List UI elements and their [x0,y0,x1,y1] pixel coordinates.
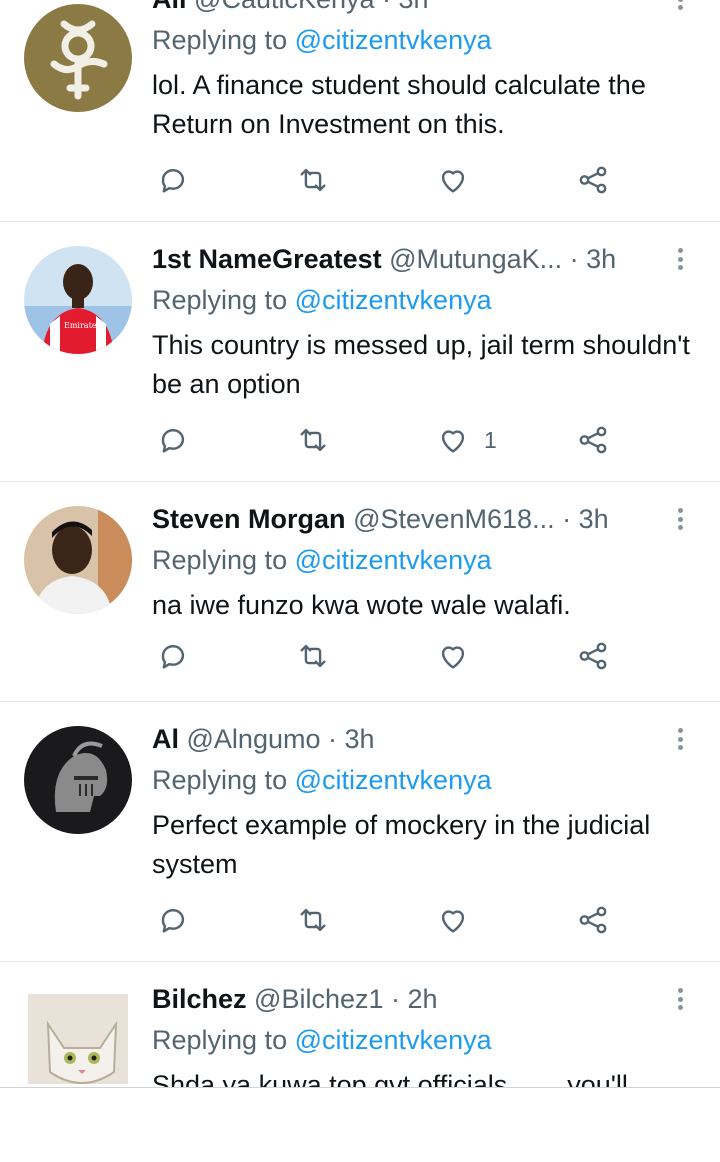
replying-to: Replying to @citizentvkenya [152,542,492,578]
display-name[interactable]: 1st NameGreatest [152,244,382,274]
reply-icon [161,645,185,669]
more-options-icon[interactable] [670,984,690,1014]
tweet-header: All @CauticKenya · 3h [152,0,660,17]
replying-to-link[interactable]: @citizentvkenya [295,1025,492,1055]
tweet-actions: 1 [152,420,632,460]
like-icon [441,170,465,193]
avatar[interactable] [24,726,132,834]
share-button[interactable] [576,160,610,200]
prince-symbol-icon [24,4,132,112]
like-icon [441,646,465,669]
handle-time[interactable]: @CauticKenya · 3h [194,0,429,14]
tweet[interactable]: All @CauticKenya · 3h Replying to @citiz… [0,0,720,222]
tweet[interactable]: Al @Alngumo · 3h Replying to @citizentvk… [0,702,720,962]
display-name[interactable]: All [152,0,187,14]
tweet-header: Al @Alngumo · 3h [152,721,660,757]
like-icon [441,910,465,933]
retweet-icon [300,168,326,192]
share-button[interactable] [576,636,610,676]
replying-to: Replying to @citizentvkenya [152,282,492,318]
more-options-icon[interactable] [670,244,690,274]
like-icon [441,430,465,453]
more-options-icon[interactable] [670,0,690,14]
like-button[interactable]: 1 [436,420,497,460]
reply-button[interactable] [156,420,190,460]
tweet[interactable]: Emirates 1st NameGreatest @MutungaK... ·… [0,222,720,482]
reply-icon [161,909,185,933]
handle-time[interactable]: @Alngumo · 3h [187,724,375,754]
replying-prefix: Replying to [152,25,288,55]
replying-prefix: Replying to [152,765,288,795]
replying-to-link[interactable]: @citizentvkenya [295,285,492,315]
cat-icon [28,994,128,1084]
retweet-icon [300,644,326,668]
replying-to: Replying to @citizentvkenya [152,1022,492,1058]
share-icon [579,426,607,454]
retweet-button[interactable] [296,636,330,676]
retweet-button[interactable] [296,900,330,940]
handle-time[interactable]: @StevenM618... · 3h [353,504,609,534]
replying-to-link[interactable]: @citizentvkenya [295,765,492,795]
tweet-text: This country is messed up, jail term sho… [152,330,690,399]
tweet-header: 1st NameGreatest @MutungaK... · 3h [152,241,660,277]
like-button[interactable] [436,900,484,940]
share-icon [579,906,607,934]
reply-button[interactable] [156,636,190,676]
display-name[interactable]: Steven Morgan [152,504,346,534]
share-button[interactable] [576,420,610,460]
tweet-text: Perfect example of mockery in the judici… [152,810,651,879]
retweet-button[interactable] [296,420,330,460]
arsenal-player-icon: Emirates [24,246,132,354]
avatar[interactable] [24,4,132,112]
avatar[interactable] [24,506,132,614]
bottom-edge [0,1087,720,1107]
like-button[interactable] [436,636,484,676]
handle-time[interactable]: @Bilchez1 · 2h [254,984,438,1014]
selfie-icon [24,506,132,614]
share-icon [579,642,607,670]
reply-icon [161,429,185,453]
tweet-header: Bilchez @Bilchez1 · 2h [152,981,660,1017]
more-options-icon[interactable] [670,724,690,754]
replying-to-link[interactable]: @citizentvkenya [295,545,492,575]
handle-time[interactable]: @MutungaK... · 3h [389,244,616,274]
replying-prefix: Replying to [152,285,288,315]
like-button[interactable] [436,160,484,200]
like-count: 1 [484,426,497,453]
replying-prefix: Replying to [152,545,288,575]
tweet-header: Steven Morgan @StevenM618... · 3h [152,501,660,537]
replying-to-link[interactable]: @citizentvkenya [295,25,492,55]
svg-text:Emirates: Emirates [64,321,101,330]
reply-button[interactable] [156,160,190,200]
tweet-text: lol. A finance student should calculate … [152,70,646,139]
replying-to: Replying to @citizentvkenya [152,762,492,798]
display-name[interactable]: Al [152,724,179,754]
tweet[interactable]: Bilchez @Bilchez1 · 2h Replying to @citi… [0,962,720,1162]
reply-icon [161,169,185,193]
tweet-actions [152,900,632,940]
avatar[interactable] [28,994,128,1084]
retweet-icon [300,908,326,932]
tweet-text: na iwe funzo kwa wote wale walafi. [152,590,571,620]
helmet-icon [24,726,132,834]
tweet-actions [152,160,632,200]
more-options-icon[interactable] [670,504,690,534]
replying-to: Replying to @citizentvkenya [152,22,492,58]
tweet-actions [152,636,632,676]
retweet-icon [300,428,326,452]
reply-button[interactable] [156,900,190,940]
retweet-button[interactable] [296,160,330,200]
share-icon [579,166,607,194]
share-button[interactable] [576,900,610,940]
tweet[interactable]: Steven Morgan @StevenM618... · 3h Replyi… [0,482,720,702]
avatar[interactable]: Emirates [24,246,132,354]
display-name[interactable]: Bilchez [152,984,247,1014]
replying-prefix: Replying to [152,1025,288,1055]
